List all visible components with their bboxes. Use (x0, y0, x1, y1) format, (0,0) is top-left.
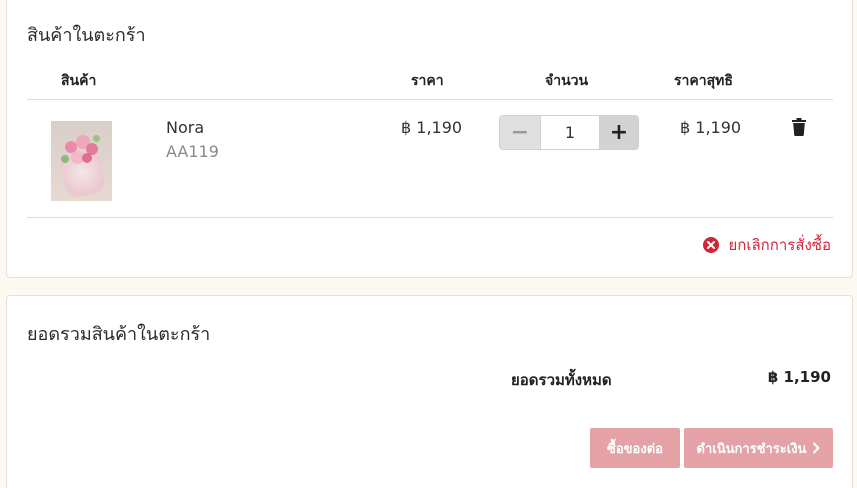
cancel-order-label: ยกเลิกการสั่งซื้อ (728, 236, 831, 254)
product-image (51, 121, 112, 201)
total-value: ฿ 1,190 (767, 368, 831, 386)
checkout-button[interactable]: ดำเนินการชำระเงิน (684, 428, 833, 468)
delete-item-button[interactable] (791, 118, 807, 137)
product-sku: AA119 (166, 142, 219, 161)
continue-shopping-button[interactable]: ซื้อของต่อ (590, 428, 680, 468)
checkout-label: ดำเนินการชำระเงิน (696, 441, 807, 457)
header-product: สินค้า (61, 73, 97, 89)
header-quantity: จำนวน (545, 73, 589, 89)
header-net-price: ราคาสุทธิ (674, 73, 733, 89)
continue-shopping-label: ซื้อของต่อ (607, 441, 663, 457)
decrease-quantity-button[interactable]: − (500, 116, 540, 149)
product-net-price: ฿ 1,190 (680, 118, 742, 137)
product-name[interactable]: Nora (166, 118, 204, 137)
row-divider (27, 217, 833, 218)
close-circle-icon (703, 237, 720, 253)
header-divider (27, 99, 833, 100)
quantity-input[interactable] (540, 116, 600, 149)
summary-card: ยอดรวมสินค้าในตะกร้า ยอดรวมทั้งหมด ฿ 1,1… (6, 295, 853, 488)
summary-title: ยอดรวมสินค้าในตะกร้า (27, 324, 211, 345)
cart-title: สินค้าในตะกร้า (27, 25, 146, 46)
cart-card: สินค้าในตะกร้า สินค้า ราคา จำนวน ราคาสุท… (6, 0, 853, 278)
product-price: ฿ 1,190 (401, 118, 463, 137)
increase-quantity-button[interactable]: + (600, 116, 638, 149)
quantity-stepper: − + (499, 115, 639, 150)
total-label: ยอดรวมทั้งหมด (511, 371, 612, 389)
header-price: ราคา (411, 73, 444, 89)
chevron-right-icon (813, 442, 821, 454)
trash-icon (792, 118, 806, 137)
cancel-order-link[interactable]: ยกเลิกการสั่งซื้อ (703, 235, 831, 255)
